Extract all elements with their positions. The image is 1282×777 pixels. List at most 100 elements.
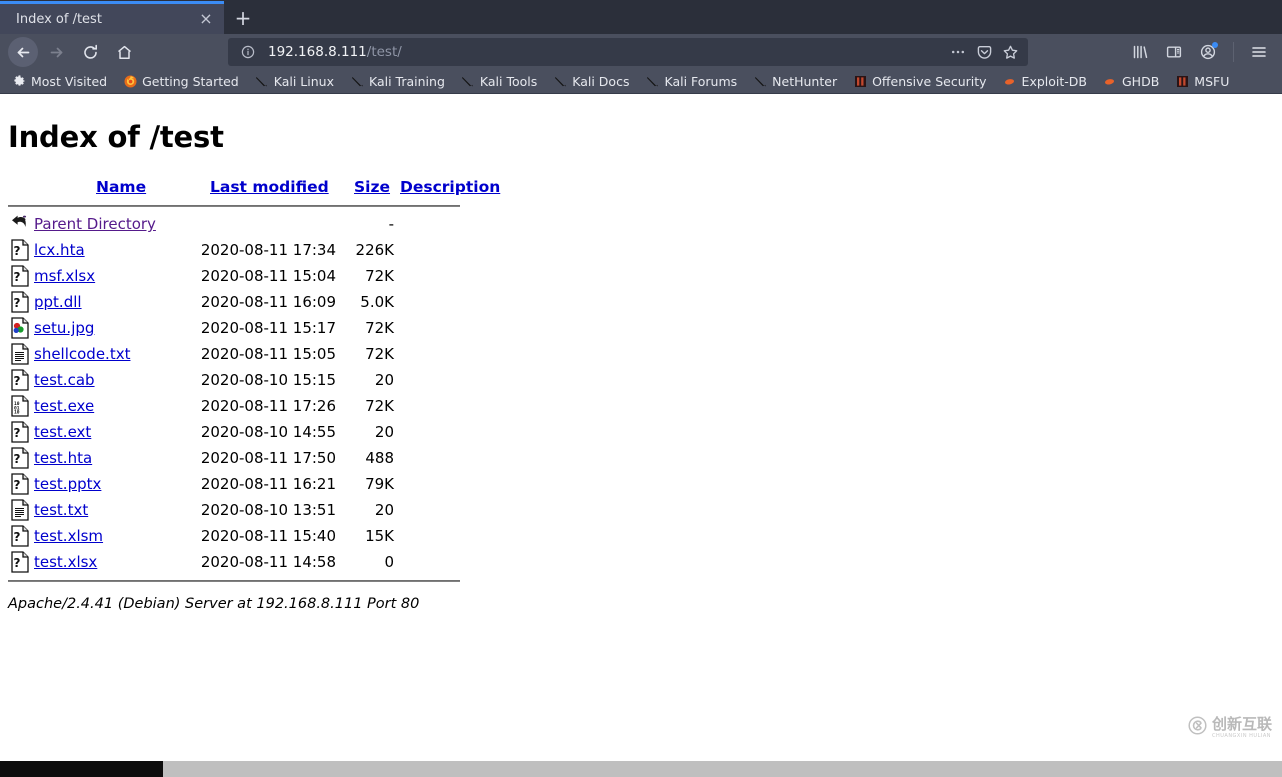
- horizontal-scrollbar-thumb[interactable]: [0, 761, 163, 777]
- table-row[interactable]: ? test.hta 2020-08-11 17:50 488: [8, 445, 500, 471]
- row-icon-cell: [8, 341, 34, 367]
- table-row[interactable]: ? lcx.hta 2020-08-11 17:34 226K: [8, 237, 500, 263]
- tab-index-of-test[interactable]: Index of /test ×: [0, 1, 224, 34]
- bookmark-msfu[interactable]: MSFU: [1167, 71, 1237, 93]
- back-button[interactable]: [8, 37, 38, 67]
- table-row[interactable]: setu.jpg 2020-08-11 15:17 72K: [8, 315, 500, 341]
- bookmark-most-visited[interactable]: Most Visited: [4, 71, 115, 93]
- binary-file-icon: 10 01 10: [10, 395, 34, 417]
- file-link[interactable]: shellcode.txt: [34, 345, 130, 363]
- close-icon[interactable]: ×: [196, 9, 216, 29]
- row-size-cell: 20: [374, 501, 394, 519]
- bookmark-getting-started[interactable]: Getting Started: [115, 71, 247, 93]
- bookmark-kali-linux[interactable]: Kali Linux: [247, 71, 342, 93]
- row-icon-cell: ?: [8, 263, 34, 289]
- file-link[interactable]: ppt.dll: [34, 293, 82, 311]
- exploitdb-icon: [1003, 75, 1017, 89]
- row-modified-cell: 2020-08-11 17:50: [200, 449, 336, 467]
- file-link[interactable]: msf.xlsx: [34, 267, 95, 285]
- bookmark-ghdb[interactable]: GHDB: [1095, 71, 1167, 93]
- table-row[interactable]: ? ppt.dll 2020-08-11 16:09 5.0K: [8, 289, 500, 315]
- toolbar-right-icons: [1125, 37, 1274, 67]
- bookmark-label: Kali Linux: [273, 74, 334, 89]
- row-size-cell: 72K: [365, 397, 394, 415]
- parent-directory-link[interactable]: Parent Directory: [34, 215, 156, 233]
- row-modified-cell: 2020-08-11 14:58: [200, 553, 336, 571]
- header-last-modified: Last modified: [196, 178, 346, 200]
- unknown-file-icon: ?: [10, 239, 34, 261]
- footer-rule-row: [8, 575, 500, 586]
- bookmark-label: Kali Forums: [664, 74, 738, 89]
- bookmark-kali-tools[interactable]: Kali Tools: [453, 71, 545, 93]
- url-host: 192.168.8.111: [268, 44, 367, 60]
- sort-by-description-link[interactable]: Description: [400, 178, 500, 196]
- table-row[interactable]: ? test.ext 2020-08-10 14:55 20: [8, 419, 500, 445]
- bookmark-kali-training[interactable]: Kali Training: [342, 71, 453, 93]
- svg-text:?: ?: [14, 452, 21, 466]
- page-actions-icon[interactable]: [946, 40, 970, 64]
- row-description-cell: [394, 263, 500, 289]
- table-row[interactable]: test.txt 2020-08-10 13:51 20: [8, 497, 500, 523]
- row-size-cell: 72K: [365, 319, 394, 337]
- directory-listing-table: Name Last modified Size Description Pare…: [8, 178, 500, 586]
- bookmark-star-icon[interactable]: [998, 40, 1022, 64]
- home-button[interactable]: [108, 37, 140, 67]
- forward-button[interactable]: [40, 37, 72, 67]
- pocket-icon[interactable]: [972, 40, 996, 64]
- table-row[interactable]: ? test.xlsx 2020-08-11 14:58 0: [8, 549, 500, 575]
- row-modified-cell: 2020-08-11 17:34: [200, 241, 336, 259]
- table-row[interactable]: 10 01 10 test.exe 2020-08-11 17:26 72K: [8, 393, 500, 419]
- svg-text:?: ?: [14, 374, 21, 388]
- sort-by-size-link[interactable]: Size: [354, 178, 390, 196]
- row-size-cell: -: [388, 215, 394, 233]
- unknown-file-icon: ?: [10, 473, 34, 495]
- table-row[interactable]: ? test.pptx 2020-08-11 16:21 79K: [8, 471, 500, 497]
- file-link[interactable]: test.ext: [34, 423, 91, 441]
- bookmark-nethunter[interactable]: NetHunter: [745, 71, 845, 93]
- table-row-parent-directory[interactable]: Parent Directory -: [8, 211, 500, 237]
- bookmark-offensive-security[interactable]: Offensive Security: [845, 71, 994, 93]
- reload-button[interactable]: [74, 37, 106, 67]
- row-modified-cell: 2020-08-11 15:04: [200, 267, 336, 285]
- url-text[interactable]: 192.168.8.111/test/: [268, 44, 946, 60]
- file-link[interactable]: test.xlsm: [34, 527, 103, 545]
- account-icon[interactable]: [1193, 37, 1223, 67]
- header-description: Description: [394, 178, 500, 200]
- row-modified-cell: 2020-08-11 17:26: [200, 397, 336, 415]
- table-row[interactable]: shellcode.txt 2020-08-11 15:05 72K: [8, 341, 500, 367]
- file-link[interactable]: setu.jpg: [34, 319, 94, 337]
- horizontal-scrollbar[interactable]: [0, 761, 1282, 777]
- table-row[interactable]: ? msf.xlsx 2020-08-11 15:04 72K: [8, 263, 500, 289]
- svg-text:?: ?: [14, 244, 21, 258]
- menu-hamburger-icon[interactable]: [1244, 37, 1274, 67]
- file-link[interactable]: test.hta: [34, 449, 92, 467]
- unknown-file-icon: ?: [10, 265, 34, 287]
- table-row[interactable]: ? test.xlsm 2020-08-11 15:40 15K: [8, 523, 500, 549]
- new-tab-button[interactable]: +: [224, 1, 262, 34]
- bookmark-kali-docs[interactable]: Kali Docs: [545, 71, 637, 93]
- file-link[interactable]: test.txt: [34, 501, 88, 519]
- row-description-cell: [394, 523, 500, 549]
- row-name-cell: test.exe: [34, 393, 196, 419]
- row-name-cell: msf.xlsx: [34, 263, 196, 289]
- library-icon[interactable]: [1125, 37, 1155, 67]
- address-bar[interactable]: 192.168.8.111/test/: [228, 38, 1028, 66]
- row-name-cell: test.pptx: [34, 471, 196, 497]
- bookmark-kali-forums[interactable]: Kali Forums: [637, 71, 745, 93]
- row-size-cell: 488: [365, 449, 394, 467]
- file-link[interactable]: test.xlsx: [34, 553, 97, 571]
- row-name-cell: test.xlsm: [34, 523, 196, 549]
- watermark: 创新互联 CHUANGXIN HULIAN: [1188, 716, 1272, 739]
- sort-by-modified-link[interactable]: Last modified: [210, 178, 329, 196]
- table-row[interactable]: ? test.cab 2020-08-10 15:15 20: [8, 367, 500, 393]
- page-info-icon[interactable]: [236, 40, 260, 64]
- file-link[interactable]: test.exe: [34, 397, 94, 415]
- file-link[interactable]: lcx.hta: [34, 241, 85, 259]
- svg-text:?: ?: [14, 426, 21, 440]
- bookmark-exploit-db[interactable]: Exploit-DB: [995, 71, 1095, 93]
- file-link[interactable]: test.cab: [34, 371, 95, 389]
- sidebar-icon[interactable]: [1159, 37, 1189, 67]
- file-link[interactable]: test.pptx: [34, 475, 101, 493]
- svg-text:?: ?: [14, 556, 21, 570]
- sort-by-name-link[interactable]: Name: [96, 178, 146, 196]
